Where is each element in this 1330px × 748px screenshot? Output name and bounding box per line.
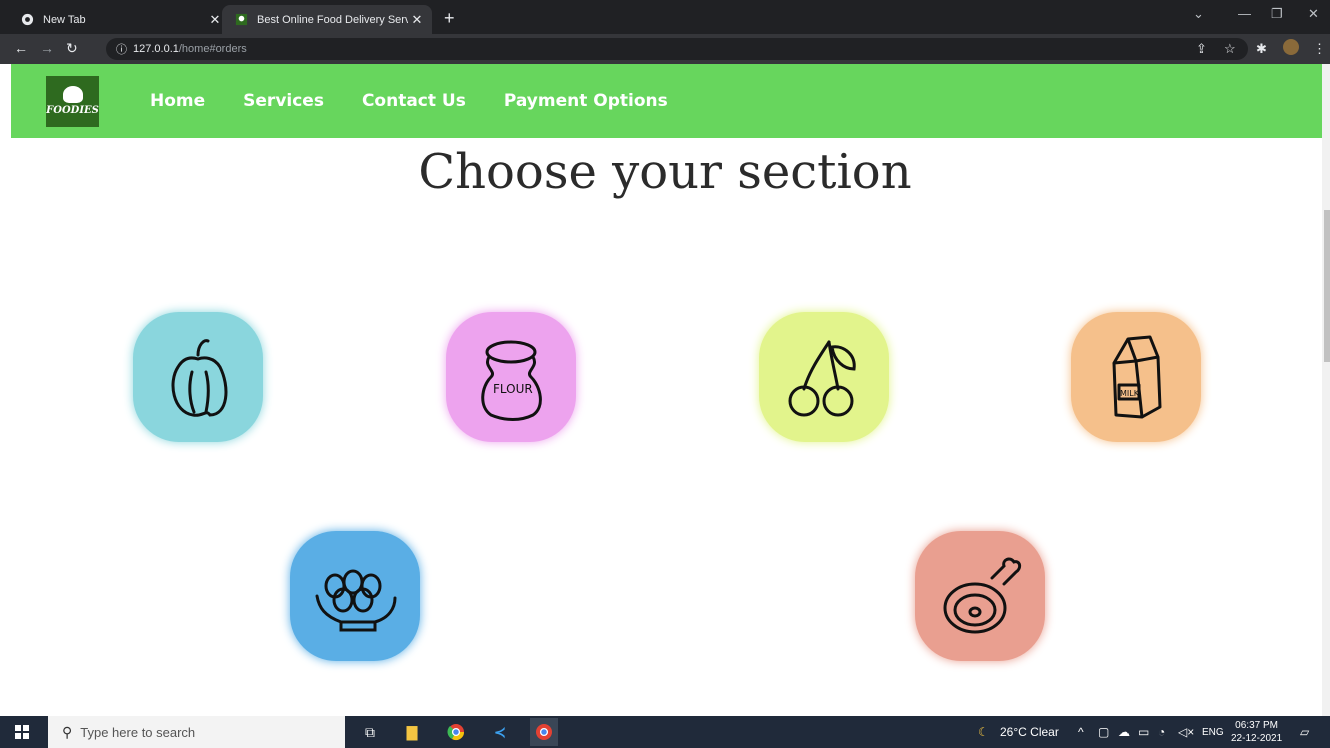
new-tab-button[interactable]: + xyxy=(444,8,455,29)
chrome-icon xyxy=(20,13,34,27)
network-icon[interactable]: ◔ xyxy=(1158,725,1165,739)
page-content: FOODIES Home Services Contact Us Payment… xyxy=(0,64,1322,716)
tab-search-icon[interactable]: ⌄ xyxy=(1193,6,1204,22)
site-navbar: FOODIES Home Services Contact Us Payment… xyxy=(11,64,1322,138)
site-info-icon[interactable]: ⓘ xyxy=(116,41,127,57)
tab-title: New Tab xyxy=(43,13,86,26)
taskbar-search[interactable]: ⚲ Type here to search xyxy=(48,716,345,748)
task-view-icon[interactable]: ⧉ xyxy=(360,722,380,742)
profile-avatar[interactable] xyxy=(1283,39,1299,55)
nav-payment-options[interactable]: Payment Options xyxy=(504,91,668,111)
search-icon: ⚲ xyxy=(62,723,73,740)
svg-text:FLOUR: FLOUR xyxy=(493,382,533,396)
extensions-icon[interactable]: ✱ xyxy=(1256,41,1267,57)
ham-icon xyxy=(943,557,1022,634)
restore-icon[interactable]: ❐ xyxy=(1271,6,1283,22)
tab-new-tab[interactable]: New Tab ✕ xyxy=(8,5,230,34)
menu-icon[interactable]: ⋮ xyxy=(1313,41,1326,57)
section-cherry[interactable] xyxy=(759,312,889,442)
chrome-taskbar-icon[interactable] xyxy=(446,722,466,742)
milk-carton-icon: MILK xyxy=(1112,335,1162,419)
page-scrollbar[interactable] xyxy=(1322,64,1330,716)
chrome-profile-taskbar-icon[interactable] xyxy=(530,718,558,746)
section-heading: Choose your section xyxy=(418,144,912,200)
site-logo[interactable]: FOODIES xyxy=(46,75,99,127)
notifications-icon[interactable]: ▱ xyxy=(1300,725,1309,739)
tab-title: Best Online Food Delivery Servic xyxy=(257,13,408,26)
scrollbar-thumb[interactable] xyxy=(1324,210,1330,362)
nav-home[interactable]: Home xyxy=(150,91,205,111)
clock-date: 22-12-2021 xyxy=(1231,733,1283,744)
site-favicon-icon xyxy=(234,13,248,27)
share-icon[interactable]: ⇪ xyxy=(1196,41,1207,57)
browser-tabstrip: New Tab ✕ Best Online Food Delivery Serv… xyxy=(0,0,1330,34)
reload-icon[interactable]: ↻ xyxy=(66,40,78,57)
show-hidden-icons[interactable]: ^ xyxy=(1078,725,1084,739)
egg-tray-icon xyxy=(315,569,397,632)
section-flour[interactable]: FLOUR xyxy=(446,312,576,442)
clock[interactable]: 06:37 PM 22-12-2021 xyxy=(1231,719,1282,745)
meet-now-icon[interactable]: ▢ xyxy=(1098,725,1109,739)
weather-text[interactable]: 26°C Clear xyxy=(1000,725,1059,739)
file-explorer-icon[interactable]: ▇ xyxy=(402,722,422,742)
windows-start-icon[interactable] xyxy=(12,722,32,742)
bookmark-star-icon[interactable]: ☆ xyxy=(1224,41,1236,57)
nav-services[interactable]: Services xyxy=(243,91,324,111)
onedrive-icon[interactable]: ☁ xyxy=(1118,725,1130,739)
close-tab-icon[interactable]: ✕ xyxy=(408,12,426,28)
clock-time: 06:37 PM xyxy=(1235,720,1278,731)
nav-contact-us[interactable]: Contact Us xyxy=(362,91,466,111)
logo-text: FOODIES xyxy=(46,105,99,116)
address-bar[interactable]: ⓘ 127.0.0.1/home#orders xyxy=(106,38,1248,60)
url-text: 127.0.0.1/home#orders xyxy=(133,43,247,55)
pepper-icon xyxy=(171,339,228,417)
forward-icon[interactable]: → xyxy=(40,40,54,56)
minimize-icon[interactable]: — xyxy=(1238,6,1251,21)
search-placeholder: Type here to search xyxy=(80,724,196,740)
volume-muted-icon[interactable]: ◁× xyxy=(1178,725,1194,739)
language-indicator[interactable]: ENG xyxy=(1202,727,1224,738)
battery-icon[interactable]: ▭ xyxy=(1138,725,1149,739)
flour-sack-icon: FLOUR xyxy=(481,340,542,421)
section-milk[interactable]: MILK xyxy=(1071,312,1201,442)
back-icon[interactable]: ← xyxy=(14,40,28,56)
chef-hat-icon xyxy=(62,86,83,103)
section-meat[interactable] xyxy=(915,531,1045,661)
svg-text:MILK: MILK xyxy=(1120,389,1140,398)
windows-taskbar: ⚲ Type here to search ⧉ ▇ ≺ ☾ 26°C Clear… xyxy=(0,716,1330,748)
browser-toolbar: ← → ↻ ⓘ 127.0.0.1/home#orders ⇪ ☆ ✱ ⋮ xyxy=(0,34,1330,64)
section-eggs[interactable] xyxy=(290,531,420,661)
tab-foodies[interactable]: Best Online Food Delivery Servic ✕ xyxy=(222,5,432,34)
section-pepper[interactable] xyxy=(133,312,263,442)
weather-moon-icon: ☾ xyxy=(978,725,989,739)
vscode-icon[interactable]: ≺ xyxy=(490,722,510,742)
cherry-icon xyxy=(788,340,856,417)
close-window-icon[interactable]: ✕ xyxy=(1308,6,1319,22)
